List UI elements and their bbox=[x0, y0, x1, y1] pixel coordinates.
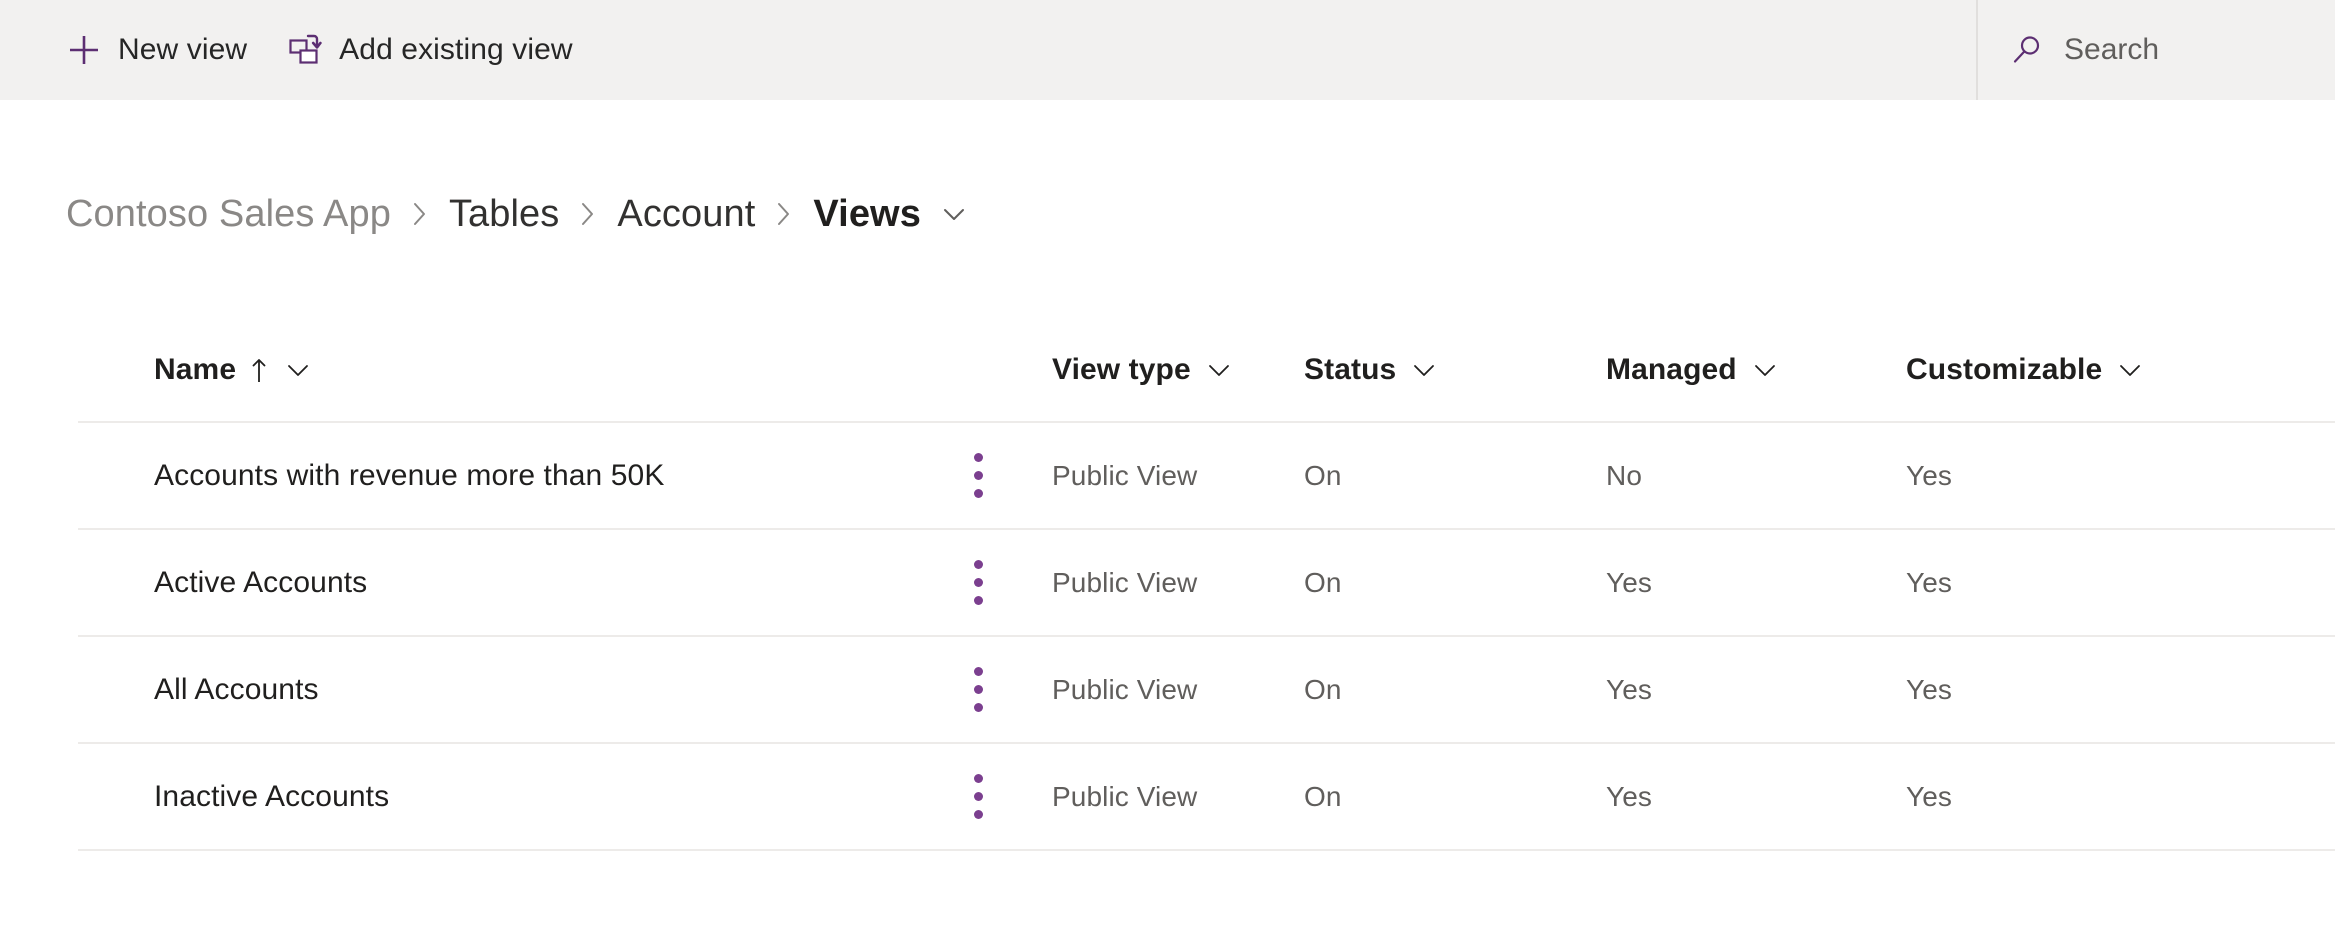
row-customizable-value: Yes bbox=[1906, 673, 1952, 705]
table-row[interactable]: All Accounts Public View On Yes Yes bbox=[78, 637, 2335, 744]
breadcrumb-item-tables[interactable]: Tables bbox=[449, 186, 559, 242]
row-customizable-value: Yes bbox=[1906, 566, 1952, 598]
row-customizable-value: Yes bbox=[1906, 459, 1952, 491]
row-view-type-cell: Public View bbox=[1052, 460, 1304, 492]
breadcrumb-separator-icon bbox=[409, 199, 431, 229]
command-bar: New view Add existing view bbox=[0, 0, 2335, 100]
row-status-value: On bbox=[1304, 780, 1342, 812]
views-grid: Name View type Status Managed Customizab… bbox=[78, 318, 2335, 851]
breadcrumb-chevron-down-icon[interactable] bbox=[939, 199, 969, 229]
row-managed-cell: Yes bbox=[1606, 674, 1906, 706]
row-managed-cell: Yes bbox=[1606, 567, 1906, 599]
more-vertical-icon[interactable] bbox=[958, 765, 998, 829]
row-name-link[interactable]: Accounts with revenue more than 50K bbox=[154, 459, 664, 493]
column-header-view-type-chevron-down-icon[interactable] bbox=[1205, 356, 1233, 384]
column-header-status[interactable]: Status bbox=[1304, 353, 1606, 387]
row-managed-cell: Yes bbox=[1606, 781, 1906, 813]
more-vertical-icon[interactable] bbox=[958, 658, 998, 722]
row-customizable-cell: Yes bbox=[1906, 567, 2235, 599]
row-status-value: On bbox=[1304, 566, 1342, 598]
column-header-managed-button[interactable]: Managed bbox=[1606, 353, 1779, 387]
table-row[interactable]: Accounts with revenue more than 50K Publ… bbox=[78, 423, 2335, 530]
add-existing-view-button[interactable]: Add existing view bbox=[265, 0, 590, 100]
plus-icon bbox=[66, 32, 102, 68]
more-vertical-icon[interactable] bbox=[958, 551, 998, 615]
column-header-managed[interactable]: Managed bbox=[1606, 353, 1906, 387]
breadcrumb-item-app[interactable]: Contoso Sales App bbox=[66, 186, 391, 242]
row-menu-cell[interactable] bbox=[958, 765, 1052, 829]
column-header-view-type[interactable]: View type bbox=[1052, 353, 1304, 387]
table-row[interactable]: Inactive Accounts Public View On Yes Yes bbox=[78, 744, 2335, 851]
row-view-type-value: Public View bbox=[1052, 780, 1198, 812]
row-name-link[interactable]: All Accounts bbox=[154, 673, 319, 707]
row-name-cell[interactable]: Active Accounts bbox=[78, 566, 958, 600]
add-existing-view-label: Add existing view bbox=[339, 33, 573, 66]
row-managed-cell: No bbox=[1606, 460, 1906, 492]
column-header-name[interactable]: Name bbox=[78, 353, 958, 387]
column-header-customizable-button[interactable]: Customizable bbox=[1906, 353, 2144, 387]
search-box[interactable] bbox=[1976, 0, 2335, 100]
breadcrumb-item-account[interactable]: Account bbox=[617, 186, 755, 242]
search-icon bbox=[2010, 33, 2044, 67]
new-view-label: New view bbox=[118, 33, 248, 66]
breadcrumb-separator-icon bbox=[773, 199, 795, 229]
column-header-customizable-chevron-down-icon[interactable] bbox=[2116, 356, 2144, 384]
command-bar-actions: New view Add existing view bbox=[0, 0, 591, 100]
row-status-value: On bbox=[1304, 673, 1342, 705]
column-header-customizable-label: Customizable bbox=[1906, 352, 2103, 386]
row-customizable-cell: Yes bbox=[1906, 674, 2235, 706]
row-name-cell[interactable]: Inactive Accounts bbox=[78, 780, 958, 814]
row-view-type-value: Public View bbox=[1052, 566, 1198, 598]
row-customizable-cell: Yes bbox=[1906, 460, 2235, 492]
row-status-cell: On bbox=[1304, 460, 1606, 492]
row-view-type-value: Public View bbox=[1052, 673, 1198, 705]
arrow-up-icon bbox=[248, 355, 270, 385]
row-menu-cell[interactable] bbox=[958, 444, 1052, 508]
row-status-cell: On bbox=[1304, 567, 1606, 599]
column-header-status-button[interactable]: Status bbox=[1304, 353, 1438, 387]
search-input[interactable] bbox=[2064, 33, 2294, 67]
breadcrumb-item-views: Views bbox=[813, 193, 921, 235]
row-name-cell[interactable]: Accounts with revenue more than 50K bbox=[78, 459, 958, 493]
column-header-managed-label: Managed bbox=[1606, 352, 1737, 386]
column-header-customizable[interactable]: Customizable bbox=[1906, 353, 2235, 387]
row-menu-cell[interactable] bbox=[958, 551, 1052, 615]
column-header-name-label: Name bbox=[154, 352, 237, 386]
table-row[interactable]: Active Accounts Public View On Yes Yes bbox=[78, 530, 2335, 637]
row-view-type-value: Public View bbox=[1052, 459, 1198, 491]
row-managed-value: Yes bbox=[1606, 566, 1652, 598]
add-existing-view-icon bbox=[287, 32, 323, 68]
row-menu-cell[interactable] bbox=[958, 658, 1052, 722]
row-status-value: On bbox=[1304, 459, 1342, 491]
row-managed-value: No bbox=[1606, 459, 1642, 491]
row-view-type-cell: Public View bbox=[1052, 674, 1304, 706]
column-header-view-type-button[interactable]: View type bbox=[1052, 353, 1233, 387]
more-vertical-icon[interactable] bbox=[958, 444, 998, 508]
column-header-status-label: Status bbox=[1304, 352, 1397, 386]
row-view-type-cell: Public View bbox=[1052, 567, 1304, 599]
row-name-link[interactable]: Inactive Accounts bbox=[154, 780, 389, 814]
column-header-name-button[interactable]: Name bbox=[154, 353, 312, 387]
row-view-type-cell: Public View bbox=[1052, 781, 1304, 813]
row-customizable-cell: Yes bbox=[1906, 781, 2235, 813]
row-managed-value: Yes bbox=[1606, 673, 1652, 705]
grid-header-row: Name View type Status Managed Customizab… bbox=[78, 318, 2335, 423]
column-header-view-type-label: View type bbox=[1052, 352, 1191, 386]
column-header-status-chevron-down-icon[interactable] bbox=[1410, 356, 1438, 384]
row-managed-value: Yes bbox=[1606, 780, 1652, 812]
column-header-name-chevron-down-icon[interactable] bbox=[284, 356, 312, 384]
breadcrumb: Contoso Sales App Tables Account Views bbox=[66, 186, 969, 242]
row-name-cell[interactable]: All Accounts bbox=[78, 673, 958, 707]
row-customizable-value: Yes bbox=[1906, 780, 1952, 812]
row-status-cell: On bbox=[1304, 781, 1606, 813]
column-header-managed-chevron-down-icon[interactable] bbox=[1751, 356, 1779, 384]
new-view-button[interactable]: New view bbox=[66, 0, 265, 100]
row-name-link[interactable]: Active Accounts bbox=[154, 566, 367, 600]
row-status-cell: On bbox=[1304, 674, 1606, 706]
breadcrumb-separator-icon bbox=[577, 199, 599, 229]
